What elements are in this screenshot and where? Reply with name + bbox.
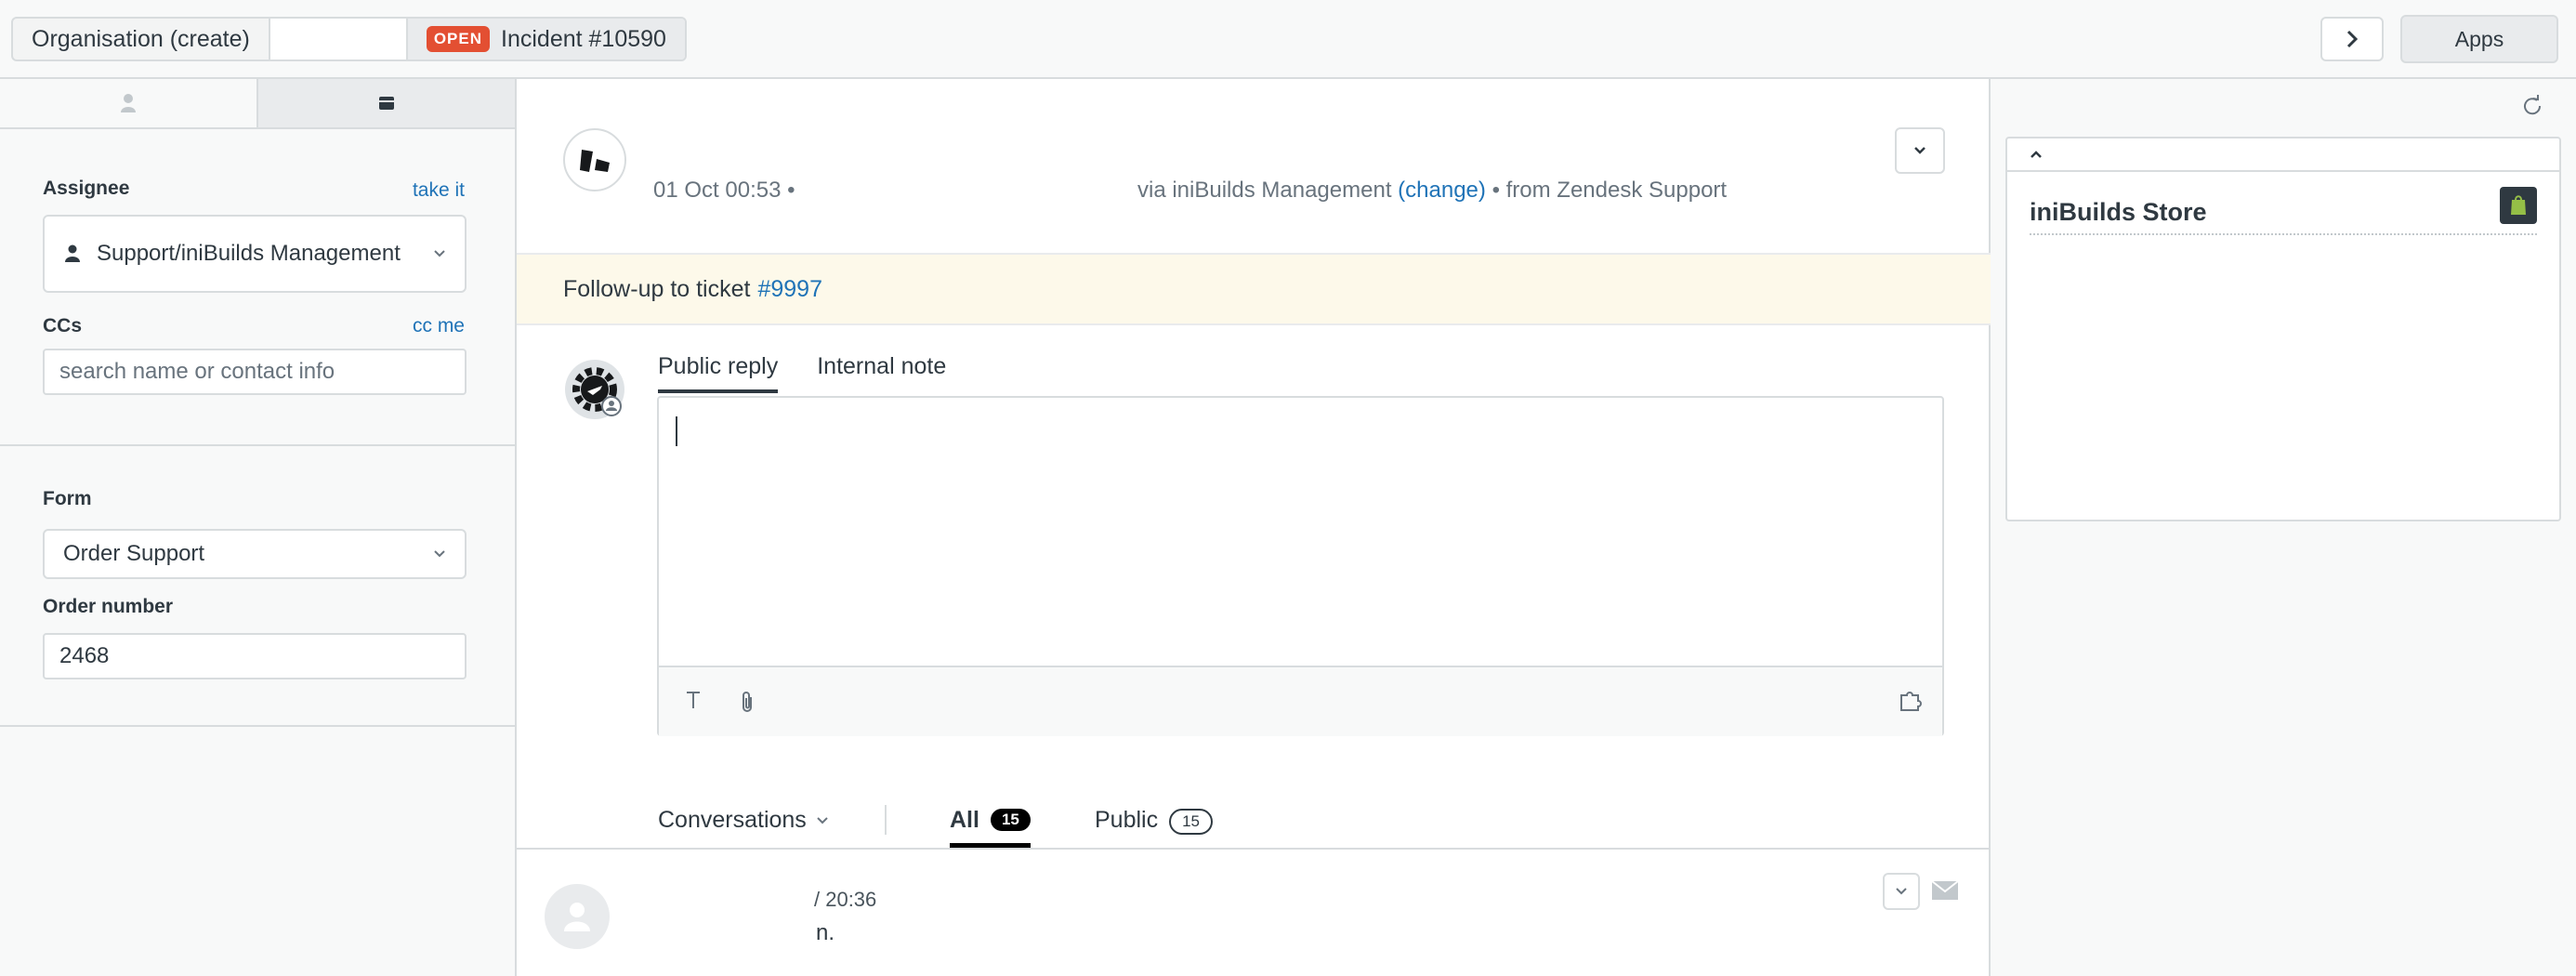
ticket-channel-info: via iniBuilds Management (change) • from… [1137,178,1727,204]
assignee-label: Assignee [43,178,130,199]
status-badge: OPEN [426,26,491,52]
assignee-select[interactable]: Support/iniBuilds Management [43,215,467,293]
form-select[interactable]: Order Support [43,529,467,579]
attachment-icon[interactable] [739,690,756,714]
comment-avatar [545,884,610,949]
tab-internal-note[interactable]: Internal note [817,353,946,393]
conversation-filter-bar: Conversations All 15 Public 15 [517,799,1991,850]
followup-banner: Follow-up to ticket #9997 [517,253,1991,325]
refresh-icon[interactable] [2520,94,2544,118]
tab-all[interactable]: All 15 [950,807,1031,848]
conversations-dropdown[interactable]: Conversations [658,807,829,834]
composer-tabs: Public reply Internal note [658,353,946,393]
text-format-icon[interactable] [685,690,702,710]
change-link[interactable]: (change) [1398,178,1486,203]
user-icon [564,903,590,931]
reply-editor [657,396,1944,736]
shopify-icon [2500,187,2537,224]
top-bar: Organisation (create) OPEN Incident #105… [0,0,2576,79]
apps-button[interactable]: Apps [2400,15,2558,63]
text-caret [676,416,677,446]
order-number-label: Order number [43,596,174,617]
tab-public-count: 15 [1169,809,1214,835]
tab-public-reply[interactable]: Public reply [658,353,779,393]
tab-user[interactable] [0,79,258,127]
email-icon [1931,880,1959,900]
filter-divider [885,805,887,835]
app-title-rule [2030,233,2537,235]
ccs-input[interactable]: search name or contact info [43,349,467,395]
chevron-down-icon [434,550,445,558]
comment-body: n. [816,920,835,945]
user-icon [65,244,80,262]
reply-textarea[interactable] [659,398,1942,666]
tab-ticket[interactable] [258,79,515,127]
sidebar-tabs [0,79,515,129]
from-text: • from Zendesk Support [1492,178,1728,203]
sidebar-divider [0,725,515,727]
cc-me-link[interactable]: cc me [413,315,465,337]
app-title: iniBuilds Store [2030,198,2207,226]
chevron-right-icon [2346,30,2359,48]
apps-panel: iniBuilds Store [1991,79,2576,976]
comment-timestamp: / 20:36 [814,888,877,911]
sidebar-divider [0,444,515,446]
form-label: Form [43,488,92,509]
zendesk-logo-icon [580,150,610,172]
tab-public-label: Public [1095,807,1159,833]
next-button[interactable] [2320,17,2384,61]
chevron-down-icon [1914,147,1925,154]
ccs-label: CCs [43,315,83,336]
editor-toolbar [659,666,1942,736]
ticket-tab[interactable]: OPEN Incident #10590 [407,19,685,59]
tab-all-label: All [950,807,979,833]
followup-ticket-link[interactable]: #9997 [757,276,822,303]
conversations-label: Conversations [658,807,807,833]
requester-tab[interactable] [269,19,408,59]
chevron-down-icon [434,250,445,257]
user-icon [121,94,136,112]
comment-options-button[interactable] [1883,873,1920,910]
via-text: via iniBuilds Management [1137,178,1392,203]
app-collapse-header[interactable] [2007,138,2559,172]
ticket-timestamp: 01 Oct 00:53 • [653,178,795,203]
ticket-main: 01 Oct 00:53 • via iniBuilds Management … [517,79,1991,976]
channel-avatar [563,128,626,191]
assignee-value: Support/iniBuilds Management [97,241,401,266]
ticket-options-button[interactable] [1895,127,1945,174]
order-number-input[interactable]: 2468 [43,633,467,679]
ticket-icon [379,97,394,110]
followup-text: Follow-up to ticket [563,275,751,302]
chevron-down-icon [817,816,828,824]
tab-public[interactable]: Public 15 [1095,807,1214,848]
ticket-tabs: Organisation (create) OPEN Incident #105… [11,17,687,61]
app-card: iniBuilds Store [2005,137,2561,521]
gear-plane-icon [572,367,622,416]
tab-all-count: 15 [990,809,1031,831]
form-value: Order Support [63,541,205,566]
ticket-tab-label: Incident #10590 [501,25,666,52]
ticket-sidebar: Assignee take it Support/iniBuilds Manag… [0,79,517,976]
chevron-down-icon [1896,888,1907,895]
apps-puzzle-icon[interactable] [1899,690,1924,712]
organisation-tab[interactable]: Organisation (create) [13,19,270,59]
chevron-up-icon [2031,151,2042,158]
agent-avatar [565,360,624,419]
take-it-link[interactable]: take it [413,179,465,202]
